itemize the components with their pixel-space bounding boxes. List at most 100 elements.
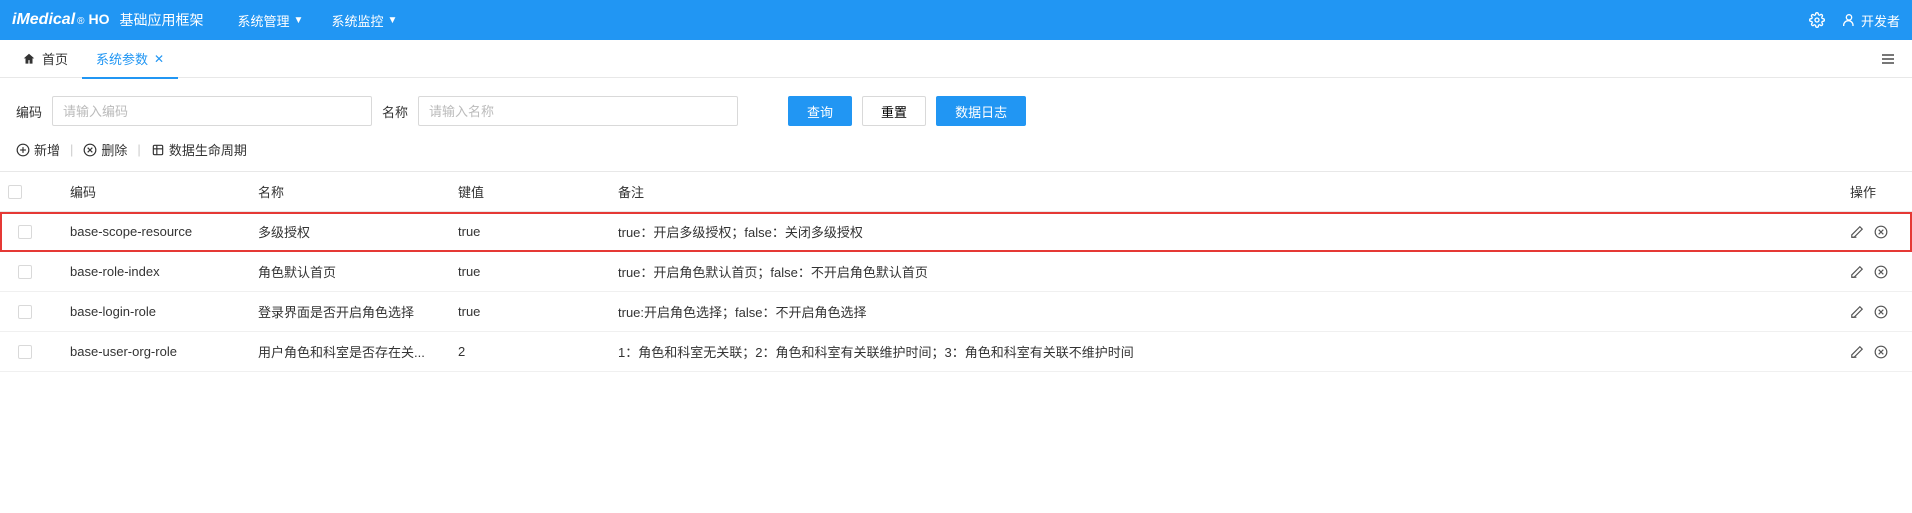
cell-code: base-role-index [50,252,250,292]
header-remark: 备注 [610,172,1842,212]
reset-button[interactable]: 重置 [862,96,926,126]
cell-ops [1842,292,1912,332]
table-row[interactable]: base-user-org-role用户角色和科室是否存在关...21：角色和科… [0,332,1912,372]
settings-button[interactable] [1809,12,1825,28]
caret-down-icon: ▼ [387,15,397,26]
edit-button[interactable] [1850,225,1864,239]
delete-row-button[interactable] [1874,265,1888,279]
select-all-checkbox[interactable] [8,185,22,199]
cell-name: 多级授权 [250,212,450,252]
tab-home[interactable]: 首页 [8,40,82,78]
lifecycle-icon [151,143,165,157]
menu-icon [1880,51,1896,67]
nav-item-system-mgmt[interactable]: 系统管理 ▼ [224,0,318,40]
tab-label: 首页 [42,49,68,68]
x-circle-icon [1874,265,1888,279]
query-button[interactable]: 查询 [788,96,852,126]
toolbar: 新增 | 删除 | 数据生命周期 [0,140,1912,171]
table-row[interactable]: base-login-role登录界面是否开启角色选择truetrue:开启角色… [0,292,1912,332]
nav-menu: 系统管理 ▼ 系统监控 ▼ [224,0,412,40]
edit-icon [1850,345,1864,359]
cell-value: true [450,292,610,332]
edit-button[interactable] [1850,305,1864,319]
header-ops: 操作 [1842,172,1912,212]
cell-remark: 1：角色和科室无关联；2：角色和科室有关联维护时间；3：角色和科室有关联不维护时… [610,332,1842,372]
caret-down-icon: ▼ [294,15,304,26]
lifecycle-button[interactable]: 数据生命周期 [151,140,247,159]
tabs-row: 首页 系统参数 ✕ [0,40,1912,78]
home-icon [22,52,36,66]
delete-button[interactable]: 删除 [83,140,127,159]
edit-button[interactable] [1850,265,1864,279]
cell-value: 2 [450,332,610,372]
name-input[interactable] [418,96,738,126]
header-code: 编码 [50,172,250,212]
tab-system-params[interactable]: 系统参数 ✕ [82,40,178,78]
header-value: 键值 [450,172,610,212]
datalog-button[interactable]: 数据日志 [936,96,1026,126]
cell-value: true [450,212,610,252]
user-label: 开发者 [1861,11,1900,30]
code-input[interactable] [52,96,372,126]
logo-ho: HO [89,11,110,27]
row-checkbox-cell [0,292,50,332]
x-circle-icon [1874,345,1888,359]
divider: | [137,142,140,157]
delete-row-button[interactable] [1874,305,1888,319]
row-checkbox[interactable] [18,225,32,239]
close-icon[interactable]: ✕ [154,52,164,66]
user-button[interactable]: 开发者 [1841,11,1900,30]
row-checkbox-cell [0,332,50,372]
table-header-row: 编码 名称 键值 备注 操作 [0,172,1912,212]
cell-remark: true:开启角色选择；false：不开启角色选择 [610,292,1842,332]
row-checkbox[interactable] [18,305,32,319]
nav-item-system-monitor[interactable]: 系统监控 ▼ [317,0,411,40]
name-label: 名称 [382,102,408,121]
row-checkbox-cell [0,252,50,292]
edit-icon [1850,225,1864,239]
user-icon [1841,12,1857,28]
delete-row-button[interactable] [1874,345,1888,359]
x-circle-icon [1874,305,1888,319]
row-checkbox[interactable] [18,345,32,359]
logo-reg: ® [77,16,84,27]
row-checkbox[interactable] [18,265,32,279]
header-right: 开发者 [1809,11,1900,30]
add-button[interactable]: 新增 [16,140,60,159]
x-circle-icon [83,143,97,157]
delete-row-button[interactable] [1874,225,1888,239]
tabs-menu-button[interactable] [1872,51,1904,67]
add-label: 新增 [34,140,60,159]
header-name: 名称 [250,172,450,212]
cell-remark: true：开启多级授权；false：关闭多级授权 [610,212,1842,252]
filter-bar: 编码 名称 查询 重置 数据日志 [0,78,1912,140]
cell-ops [1842,252,1912,292]
nav-item-label: 系统管理 [238,11,290,30]
divider: | [70,142,73,157]
x-circle-icon [1874,225,1888,239]
cell-ops [1842,212,1912,252]
cell-code: base-user-org-role [50,332,250,372]
lifecycle-label: 数据生命周期 [169,140,247,159]
row-checkbox-cell [0,212,50,252]
top-header: iMedical ® HO 基础应用框架 系统管理 ▼ 系统监控 ▼ 开发者 [0,0,1912,40]
gear-icon [1809,12,1825,28]
logo-text: iMedical [12,11,75,29]
cell-remark: true：开启角色默认首页；false：不开启角色默认首页 [610,252,1842,292]
cell-name: 角色默认首页 [250,252,450,292]
table-row[interactable]: base-role-index角色默认首页truetrue：开启角色默认首页；f… [0,252,1912,292]
logo: iMedical ® HO [12,11,110,29]
code-label: 编码 [16,102,42,121]
cell-name: 登录界面是否开启角色选择 [250,292,450,332]
cell-value: true [450,252,610,292]
edit-icon [1850,265,1864,279]
cell-name: 用户角色和科室是否存在关... [250,332,450,372]
table-row[interactable]: base-scope-resource多级授权truetrue：开启多级授权；f… [0,212,1912,252]
cell-ops [1842,332,1912,372]
edit-button[interactable] [1850,345,1864,359]
select-all-header [0,172,50,212]
delete-label: 删除 [101,140,127,159]
cell-code: base-scope-resource [50,212,250,252]
app-title: 基础应用框架 [120,10,204,30]
plus-circle-icon [16,143,30,157]
